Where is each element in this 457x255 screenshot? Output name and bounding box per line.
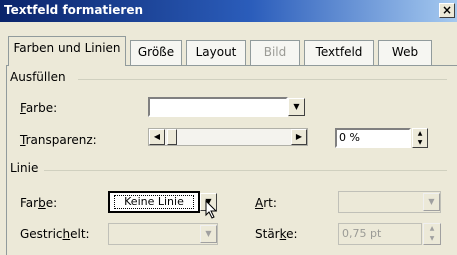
label-text: arbe:	[25, 101, 58, 115]
tab-label: Web	[391, 45, 419, 59]
label-text: Stär	[255, 227, 280, 241]
line-color-label: Farbe:	[20, 196, 57, 210]
fill-color-dropdown-button[interactable]: ▼	[288, 98, 305, 116]
tab-web[interactable]: Web	[378, 40, 432, 65]
label-text: e:	[45, 196, 58, 210]
line-color-value: Keine Linie	[124, 195, 184, 208]
mouse-cursor-icon	[205, 200, 218, 219]
tab-textbox[interactable]: Textfeld	[304, 40, 374, 65]
tab-label: Layout	[195, 45, 237, 59]
slider-left-button[interactable]: ◀	[149, 129, 165, 145]
chevron-down-icon: ▼	[205, 229, 212, 238]
spinner-up-icon: ▲	[417, 130, 423, 137]
section-divider	[78, 79, 447, 80]
mnemonic: h	[62, 227, 71, 241]
arrow-left-icon: ◀	[153, 132, 161, 141]
mnemonic: b	[38, 196, 46, 210]
transparency-label: Transparenz:	[20, 133, 97, 147]
spinner-down-icon: ▼	[417, 139, 423, 146]
line-dashed-dropdown-button: ▼	[200, 225, 217, 243]
tab-picture: Bild	[250, 40, 300, 65]
section-title-fill: Ausfüllen	[10, 70, 66, 84]
title-bar[interactable]: Textfeld formatieren ×	[0, 0, 457, 22]
label-text: rt:	[263, 196, 277, 210]
chevron-down-icon: ▼	[293, 102, 300, 111]
tab-label: Farben und Linien	[13, 41, 121, 55]
label-text: ransparenz:	[25, 133, 97, 147]
arrow-right-icon: ▶	[295, 132, 303, 141]
tab-layout[interactable]: Layout	[186, 40, 246, 65]
label-text: Gestric	[20, 227, 63, 241]
slider-right-button[interactable]: ▶	[291, 129, 307, 145]
tab-label: Bild	[263, 45, 287, 59]
spinner-up-icon: ▲	[429, 225, 435, 232]
line-weight-spinner: ▲ ▼	[423, 223, 441, 245]
tab-label: Größe	[137, 45, 175, 59]
line-style-label: Art:	[255, 196, 277, 210]
window-title: Textfeld formatieren	[4, 3, 144, 17]
tab-colors-and-lines[interactable]: Farben und Linien	[8, 36, 126, 66]
line-weight-value: 0,75 pt	[342, 227, 382, 240]
fill-color-dropdown[interactable]	[148, 97, 288, 117]
chevron-down-icon: ▼	[428, 197, 435, 206]
tab-label: Textfeld	[315, 45, 363, 59]
spinner-down-icon: ▼	[429, 235, 435, 242]
line-style-dropdown-button: ▼	[423, 193, 440, 211]
transparency-slider[interactable]: ◀ ▶	[148, 128, 308, 146]
line-weight-label: Stärke:	[255, 227, 298, 241]
transparency-input[interactable]: 0 %	[335, 128, 411, 148]
transparency-value: 0 %	[339, 131, 360, 144]
label-text: e:	[286, 227, 298, 241]
transparency-spinner[interactable]: ▲ ▼	[412, 128, 428, 148]
label-text: Far	[20, 196, 39, 210]
tab-size[interactable]: Größe	[130, 40, 182, 65]
slider-thumb[interactable]	[167, 129, 177, 145]
close-button[interactable]: ×	[439, 3, 455, 18]
section-divider	[44, 170, 447, 171]
section-title-line: Linie	[10, 161, 39, 175]
label-text: elt:	[70, 227, 90, 241]
close-icon: ×	[441, 3, 453, 17]
line-color-dropdown[interactable]: Keine Linie	[108, 191, 200, 213]
mnemonic: A	[255, 196, 264, 210]
line-weight-input: 0,75 pt	[338, 223, 422, 245]
fill-color-label: Farbe:	[20, 101, 57, 115]
format-textbox-dialog: Textfeld formatieren × Farben und Linien…	[0, 0, 457, 255]
line-dashed-label: Gestrichelt:	[20, 227, 90, 241]
line-color-value-focus: Keine Linie	[114, 195, 194, 209]
